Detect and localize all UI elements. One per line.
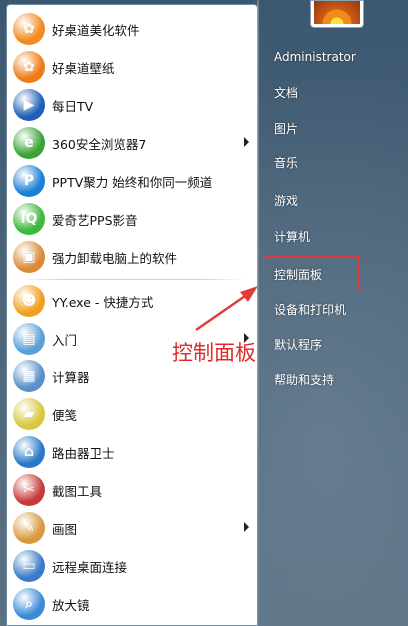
start-menu: ✿ 好桌道美化软件 ✿ 好桌道壁纸 ▶ 每日TV e 360安全浏览器7 P PPTV聚力 始终和… [0,0,408,626]
annotation-arrow [195,286,258,332]
annotation-label: 控制面板 [172,341,256,365]
